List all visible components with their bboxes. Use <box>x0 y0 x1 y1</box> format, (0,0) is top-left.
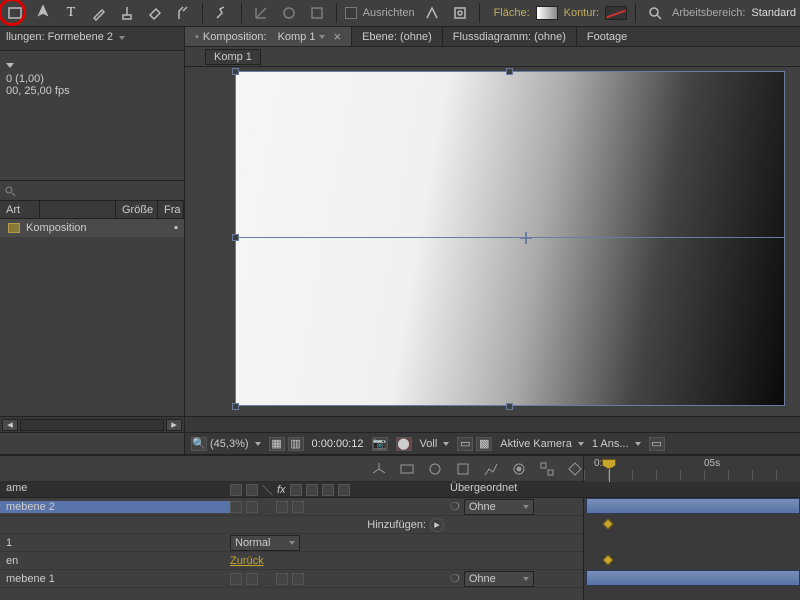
view-axis-icon[interactable] <box>306 2 328 24</box>
breadcrumb[interactable]: Komp 1 <box>205 49 261 65</box>
tab-flowchart[interactable]: Flussdiagramm: (ohne) <box>443 27 577 46</box>
search-icon[interactable] <box>4 185 16 197</box>
snapshot-icon[interactable]: 📷 <box>372 437 388 451</box>
local-axis-icon[interactable] <box>250 2 272 24</box>
project-hscroll[interactable]: ◂ ▸ <box>0 416 184 432</box>
workspace-value[interactable]: Standard <box>751 7 796 19</box>
track-area[interactable] <box>583 498 800 600</box>
graph-icon[interactable] <box>482 460 500 478</box>
stroke-label: Kontur: <box>564 7 599 19</box>
parent-dropdown[interactable]: Ohne <box>464 571 534 587</box>
comp-tabs: ▪ Komposition: Komp 1 × Ebene: (ohne) Fl… <box>185 27 800 47</box>
ruler-tick: 05s <box>704 458 720 469</box>
selection-handle[interactable] <box>506 68 513 75</box>
draft3d-icon[interactable] <box>370 460 388 478</box>
composition-canvas[interactable] <box>235 71 785 406</box>
switches-icon[interactable] <box>538 460 556 478</box>
selection-handle[interactable] <box>232 234 239 241</box>
keyframe-icon[interactable] <box>602 554 613 565</box>
col-type[interactable]: Art <box>0 201 40 218</box>
world-axis-icon[interactable] <box>278 2 300 24</box>
timeline-columns: ame ＼fx Übergeordnet <box>0 482 800 498</box>
transparency-icon[interactable]: ▩ <box>476 437 492 451</box>
col-switches: ＼fx <box>230 482 450 497</box>
blend-mode-dropdown[interactable]: Normal <box>230 535 300 551</box>
clone-tool[interactable] <box>116 2 138 24</box>
text-tool[interactable]: T <box>60 2 82 24</box>
anchor-point-icon[interactable] <box>520 232 532 244</box>
scroll-left-icon[interactable]: ◂ <box>2 419 18 431</box>
close-icon[interactable]: × <box>333 29 341 44</box>
zoom-dropdown[interactable]: 🔍(45,3%) <box>191 437 261 451</box>
workspace-label: Arbeitsbereich: <box>672 7 745 19</box>
snap-grid-icon[interactable] <box>449 2 471 24</box>
rectangle-tool[interactable] <box>4 2 26 24</box>
add-label: Hinzufügen: <box>367 519 426 531</box>
time-ruler[interactable]: 0:00 05s <box>583 456 800 482</box>
resolution-icon[interactable]: ▦ <box>269 437 285 451</box>
parent-dropdown[interactable]: Ohne <box>464 499 534 515</box>
project-footer <box>0 432 184 454</box>
project-panel: llungen: Formebene 2 0 (1,00) 00, 25,00 … <box>0 27 185 454</box>
project-search-row <box>0 181 184 201</box>
selection-handle[interactable] <box>232 68 239 75</box>
selection-handle[interactable] <box>506 403 513 410</box>
viewer-hscroll[interactable] <box>185 416 800 432</box>
scroll-right-icon[interactable]: ▸ <box>166 419 182 431</box>
add-button[interactable]: ▸ <box>430 518 444 532</box>
project-columns: Art Größe Fra <box>0 201 184 219</box>
tab-layer[interactable]: Ebene: (ohne) <box>352 27 443 46</box>
composition-viewer[interactable] <box>185 67 800 416</box>
roi-icon[interactable]: ▭ <box>457 437 473 451</box>
project-item[interactable]: Komposition ▪ <box>0 219 184 237</box>
layer-bar[interactable] <box>586 498 800 514</box>
eraser-tool[interactable] <box>144 2 166 24</box>
reset-link[interactable]: Zurück <box>230 555 264 567</box>
viewer-footer: 🔍(45,3%) ▦▥ 0:00:00:12 📷 ⬤ Voll ▭▩ Aktiv… <box>185 432 800 454</box>
search-icon[interactable] <box>644 2 666 24</box>
project-list: Komposition ▪ <box>0 219 184 416</box>
fill-label: Fläche: <box>494 7 530 19</box>
motion-blur-icon[interactable] <box>426 460 444 478</box>
selection-handle[interactable] <box>232 403 239 410</box>
channel-icon[interactable]: ⬤ <box>396 437 412 451</box>
brush-tool[interactable] <box>88 2 110 24</box>
snap-icon[interactable] <box>421 2 443 24</box>
pen-tool[interactable] <box>32 2 54 24</box>
resolution-dropdown[interactable]: Voll <box>420 438 450 450</box>
keyframe-icon[interactable] <box>602 518 613 529</box>
stroke-swatch[interactable] <box>605 6 627 20</box>
composition-icon <box>8 223 20 233</box>
magnify-icon: 🔍 <box>191 437 207 451</box>
col-name[interactable]: ame <box>0 482 230 497</box>
roto-tool[interactable] <box>172 2 194 24</box>
composition-panel: ▪ Komposition: Komp 1 × Ebene: (ohne) Fl… <box>185 27 800 454</box>
puppet-tool[interactable] <box>211 2 233 24</box>
pixel-aspect-icon[interactable]: ▭ <box>649 437 665 451</box>
tab-footage[interactable]: Footage <box>577 27 637 46</box>
col-size[interactable]: Größe <box>116 201 158 218</box>
timecode[interactable]: 0:00:00:12 <box>312 438 364 450</box>
fill-swatch[interactable] <box>536 6 558 20</box>
project-panel-title: llungen: Formebene 2 <box>0 27 184 51</box>
auto-kf-icon[interactable] <box>566 460 584 478</box>
shy-icon[interactable] <box>510 460 528 478</box>
align-label: Ausrichten <box>363 7 415 19</box>
views-dropdown[interactable]: 1 Ans... <box>592 438 641 450</box>
layer-bar[interactable] <box>586 570 800 586</box>
align-checkbox[interactable] <box>345 7 357 19</box>
grid-icon[interactable]: ▥ <box>288 437 304 451</box>
camera-dropdown[interactable]: Aktive Kamera <box>500 438 584 450</box>
timeline-panel: 0:00 05s ame ＼fx Übergeordnet mebene 2 ❍… <box>0 454 800 600</box>
col-parent[interactable]: Übergeordnet <box>450 482 585 497</box>
project-info: 0 (1,00) 00, 25,00 fps <box>0 51 184 181</box>
top-toolbar: T Ausrichten Fläche: Kontur: Arbeitsbere… <box>0 0 800 27</box>
brainstorm-icon[interactable] <box>454 460 472 478</box>
folder-icon: ▪ <box>174 222 178 234</box>
frame-blend-icon[interactable] <box>398 460 416 478</box>
tab-composition[interactable]: ▪ Komposition: Komp 1 × <box>185 27 352 46</box>
col-fr[interactable]: Fra <box>158 201 184 218</box>
